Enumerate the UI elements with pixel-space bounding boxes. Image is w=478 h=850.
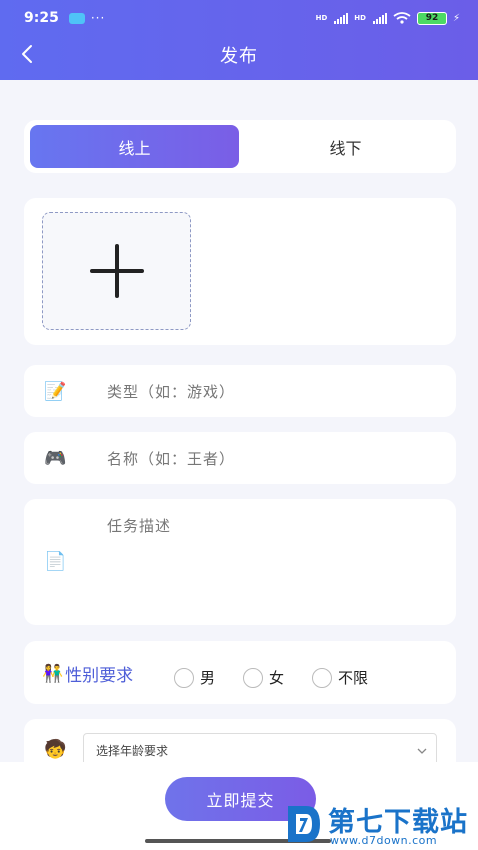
watermark-url: www.d7down.com [330,834,438,847]
gender-option-any[interactable]: 不限 [312,667,368,688]
tab-online[interactable]: 线上 [30,125,239,168]
network-hd-label-2: HD [354,13,366,22]
app-header: 9:25 ··· HD HD 92 ⚡ 发布 [0,0,478,80]
more-notifications: ··· [90,11,106,25]
wifi-icon [393,12,411,24]
watermark-logo-icon [288,806,320,842]
mode-toggle: 线上 线下 [24,120,456,173]
chevron-down-icon [417,748,427,754]
signal-icon [334,12,349,24]
age-select-value: 选择年龄要求 [96,743,169,758]
description-field[interactable]: 任务描述 📄 [24,499,456,625]
gender-label-text: 性别要求 [65,666,134,686]
status-bar: 9:25 ··· HD HD 92 ⚡ [24,8,460,28]
gender-option-label: 女 [269,669,285,687]
signal-icon-2 [372,12,387,24]
tab-offline[interactable]: 线下 [241,125,450,168]
status-time: 9:25 [24,10,59,26]
name-input[interactable]: 名称（如：王者） [107,448,235,469]
radio-any[interactable] [312,667,332,688]
name-field[interactable]: 🎮 名称（如：王者） [24,432,456,484]
memo-icon: 📝 [44,380,67,402]
type-input[interactable]: 类型（如：游戏） [107,381,235,402]
gender-option-label: 男 [200,669,216,687]
charging-icon: ⚡ [452,12,460,24]
gender-label: 👫 性别要求 [42,661,134,687]
gamepad-icon: 🎮 [44,447,67,469]
gender-requirement: 👫 性别要求 男 女 不限 [24,641,456,704]
gender-option-female[interactable]: 女 [243,667,284,688]
child-icon: 🧒 [44,739,67,760]
battery-icon: 92 [416,11,447,25]
image-upload-card [24,198,456,345]
watermark: 第七下载站 www.d7down.com [284,798,474,850]
radio-female[interactable] [243,667,263,688]
page-title: 发布 [220,46,258,67]
couple-icon: 👫 [42,663,64,684]
gender-option-label: 不限 [338,669,369,687]
notification-icon [68,12,85,24]
document-icon: 📄 [44,551,67,572]
image-upload-button[interactable] [42,212,191,330]
network-hd-label: HD [315,13,328,22]
gender-option-male[interactable]: 男 [174,667,215,688]
type-field[interactable]: 📝 类型（如：游戏） [24,365,456,417]
description-input[interactable]: 任务描述 [107,515,171,536]
radio-male[interactable] [174,667,194,688]
plus-icon [89,244,144,298]
